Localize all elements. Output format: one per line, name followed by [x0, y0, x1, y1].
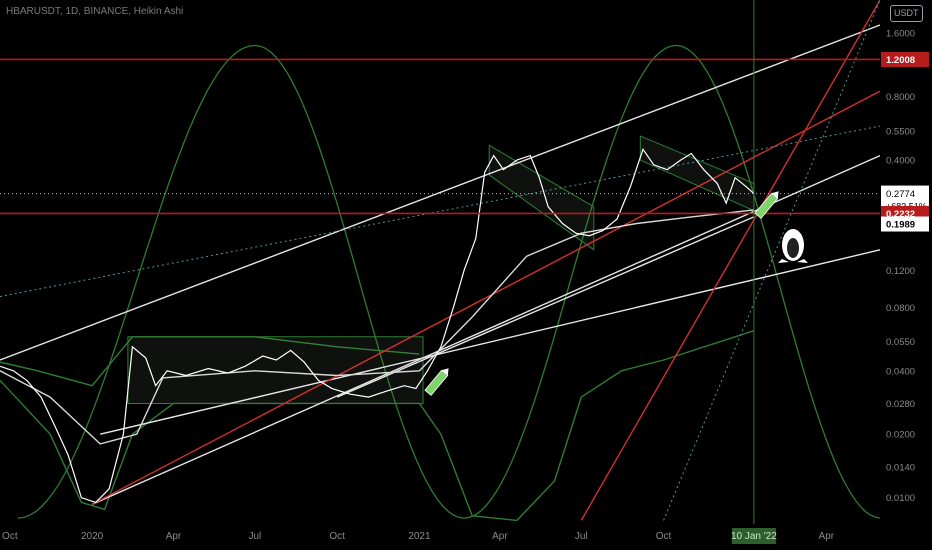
y-tick-label-4: 0.4000	[886, 156, 915, 167]
x-tick-label-4: Jul	[248, 531, 261, 542]
x-tick-label-5: Oct	[329, 531, 345, 542]
y-tick-label-6: 0.0800	[886, 303, 915, 314]
x-tick-label-1: Oct	[2, 531, 18, 542]
x-tick-label-6: 2021	[408, 531, 431, 542]
y-tick-label-7: 0.0550	[886, 337, 915, 348]
y-tick-label-10: 0.0200	[886, 430, 915, 441]
cursor-date-label: 10 Jan '22	[731, 531, 777, 542]
chart-background	[0, 0, 932, 550]
x-tick-label-9: Oct	[656, 531, 672, 542]
x-tick-label-2: 2020	[81, 531, 104, 542]
price-chart[interactable]: Oct 2020 Apr Jul Oct 2021 Apr Jul Oct Apr 10 Jan '…	[0, 0, 932, 550]
current-price-label: 0.2774	[886, 189, 915, 200]
x-tick-label-7: Apr	[492, 531, 508, 542]
x-tick-label-8: Jul	[575, 531, 588, 542]
y-tick-label-11: 0.0140	[886, 462, 915, 473]
y-tick-label-1: 1.6000	[886, 29, 915, 40]
y-tick-label-9: 0.0280	[886, 399, 915, 410]
penguin-belly	[787, 238, 799, 258]
x-tick-label-3: Apr	[166, 531, 182, 542]
y-tick-label-12: 0.0100	[886, 493, 915, 504]
y-tick-label-2: 0.8000	[886, 92, 915, 103]
price-unit-badge[interactable]: USDT	[890, 5, 923, 22]
y-tick-label-5: 0.1200	[886, 266, 915, 277]
y-axis: 1.6000 0.8000 0.5500 0.4000 0.1200 0.0800 0.05…	[880, 0, 932, 550]
support-label: 0.1989	[886, 220, 915, 231]
y-tick-label-3: 0.5500	[886, 126, 915, 137]
symbol-header: HBARUSDT, 1D, BINANCE, Heikin Ashi	[6, 6, 184, 17]
y-tick-label-8: 0.0400	[886, 366, 915, 377]
x-tick-label-10: Apr	[819, 531, 835, 542]
level-top-label: 1.2008	[886, 55, 915, 66]
